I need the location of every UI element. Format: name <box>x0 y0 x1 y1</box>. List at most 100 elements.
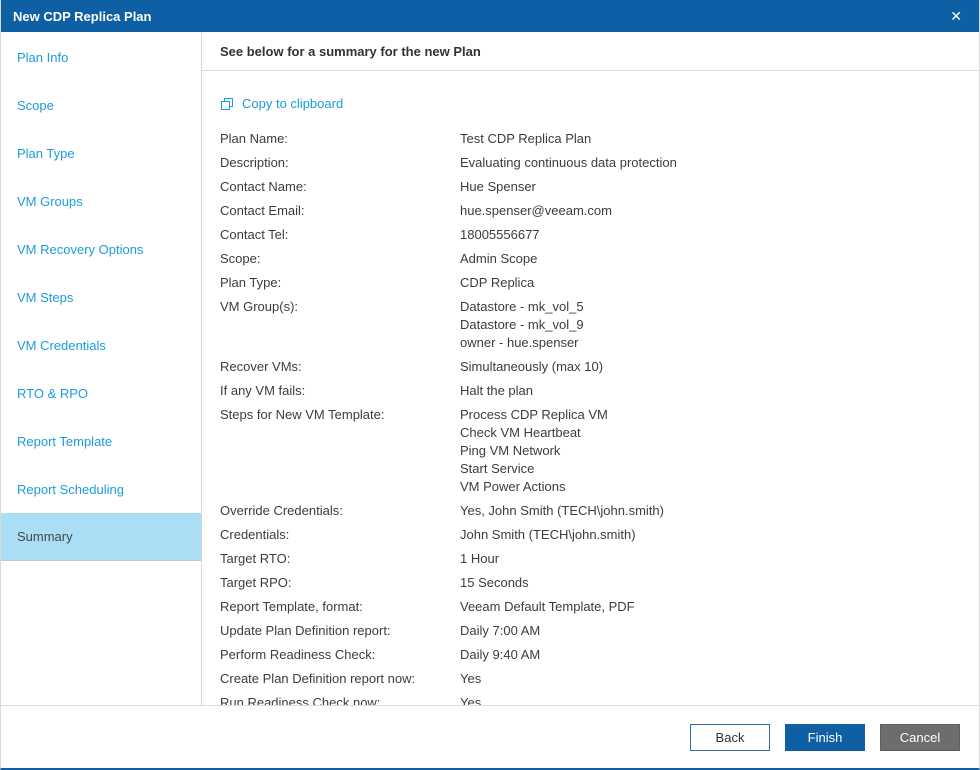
sidebar-item-vm-groups[interactable]: VM Groups <box>1 177 201 225</box>
summary-row-value: 18005556677 <box>460 226 961 244</box>
summary-row: Override Credentials:Yes, John Smith (TE… <box>220 502 961 520</box>
summary-row-value: Daily 9:40 AM <box>460 646 961 664</box>
summary-row-label: Contact Name: <box>220 178 460 196</box>
sidebar-item-scope[interactable]: Scope <box>1 81 201 129</box>
summary-row-label: Contact Email: <box>220 202 460 220</box>
sidebar-item-plan-info[interactable]: Plan Info <box>1 33 201 81</box>
summary-row: Contact Email:hue.spenser@veeam.com <box>220 202 961 220</box>
summary-value-line: Start Service <box>460 460 961 478</box>
summary-row: VM Group(s):Datastore - mk_vol_5Datastor… <box>220 298 961 352</box>
summary-table: Plan Name:Test CDP Replica PlanDescripti… <box>220 130 961 705</box>
summary-row: Contact Name:Hue Spenser <box>220 178 961 196</box>
finish-button[interactable]: Finish <box>785 724 865 751</box>
summary-row-value: 15 Seconds <box>460 574 961 592</box>
summary-value-line: John Smith (TECH\john.smith) <box>460 526 961 544</box>
summary-value-line: Simultaneously (max 10) <box>460 358 961 376</box>
summary-value-line: owner - hue.spenser <box>460 334 961 352</box>
summary-value-line: 1 Hour <box>460 550 961 568</box>
summary-value-line: Ping VM Network <box>460 442 961 460</box>
summary-row: Credentials:John Smith (TECH\john.smith) <box>220 526 961 544</box>
summary-value-line: Admin Scope <box>460 250 961 268</box>
cancel-button[interactable]: Cancel <box>880 724 960 751</box>
summary-row-value: Datastore - mk_vol_5Datastore - mk_vol_9… <box>460 298 961 352</box>
new-cdp-replica-plan-dialog: New CDP Replica Plan ✕ Plan InfoScopePla… <box>0 0 980 770</box>
summary-row-label: Target RTO: <box>220 550 460 568</box>
summary-row: Plan Type:CDP Replica <box>220 274 961 292</box>
summary-value-line: hue.spenser@veeam.com <box>460 202 961 220</box>
summary-row-value: Veeam Default Template, PDF <box>460 598 961 616</box>
wizard-steps-sidebar: Plan InfoScopePlan TypeVM GroupsVM Recov… <box>1 32 202 705</box>
summary-row-value: hue.spenser@veeam.com <box>460 202 961 220</box>
summary-value-line: Hue Spenser <box>460 178 961 196</box>
back-button[interactable]: Back <box>690 724 770 751</box>
summary-row-value: Halt the plan <box>460 382 961 400</box>
summary-row-value: Process CDP Replica VMCheck VM Heartbeat… <box>460 406 961 496</box>
summary-row: Recover VMs:Simultaneously (max 10) <box>220 358 961 376</box>
summary-value-line: Daily 7:00 AM <box>460 622 961 640</box>
summary-value-line: 18005556677 <box>460 226 961 244</box>
summary-value-line: VM Power Actions <box>460 478 961 496</box>
summary-row: Run Readiness Check now:Yes <box>220 694 961 705</box>
copy-to-clipboard-link[interactable]: Copy to clipboard <box>220 96 343 111</box>
sidebar-item-vm-credentials[interactable]: VM Credentials <box>1 321 201 369</box>
summary-row-value: John Smith (TECH\john.smith) <box>460 526 961 544</box>
summary-row-label: Scope: <box>220 250 460 268</box>
summary-value-line: Process CDP Replica VM <box>460 406 961 424</box>
summary-row-value: Evaluating continuous data protection <box>460 154 961 172</box>
content-header: See below for a summary for the new Plan <box>202 32 979 71</box>
sidebar-item-plan-type[interactable]: Plan Type <box>1 129 201 177</box>
summary-value-line: Yes <box>460 670 961 688</box>
summary-row-label: Update Plan Definition report: <box>220 622 460 640</box>
sidebar-item-report-template[interactable]: Report Template <box>1 417 201 465</box>
summary-row-label: Create Plan Definition report now: <box>220 670 460 688</box>
summary-row-value: Simultaneously (max 10) <box>460 358 961 376</box>
summary-row-label: Override Credentials: <box>220 502 460 520</box>
summary-row: Create Plan Definition report now:Yes <box>220 670 961 688</box>
summary-row-label: Steps for New VM Template: <box>220 406 460 496</box>
copy-icon <box>220 97 234 111</box>
summary-value-line: Datastore - mk_vol_9 <box>460 316 961 334</box>
sidebar-item-vm-steps[interactable]: VM Steps <box>1 273 201 321</box>
dialog-footer: Back Finish Cancel <box>1 705 979 768</box>
summary-value-line: Veeam Default Template, PDF <box>460 598 961 616</box>
sidebar-item-rto-rpo[interactable]: RTO & RPO <box>1 369 201 417</box>
summary-row: Plan Name:Test CDP Replica Plan <box>220 130 961 148</box>
summary-row-value: 1 Hour <box>460 550 961 568</box>
summary-row: Description:Evaluating continuous data p… <box>220 154 961 172</box>
summary-row-value: Yes, John Smith (TECH\john.smith) <box>460 502 961 520</box>
summary-row-label: VM Group(s): <box>220 298 460 352</box>
summary-row: Target RTO:1 Hour <box>220 550 961 568</box>
summary-value-line: Yes, John Smith (TECH\john.smith) <box>460 502 961 520</box>
summary-value-line: Evaluating continuous data protection <box>460 154 961 172</box>
copy-to-clipboard-label: Copy to clipboard <box>242 96 343 111</box>
summary-value-line: Test CDP Replica Plan <box>460 130 961 148</box>
summary-row-value: Daily 7:00 AM <box>460 622 961 640</box>
summary-content: See below for a summary for the new Plan… <box>202 32 979 705</box>
summary-value-line: CDP Replica <box>460 274 961 292</box>
summary-row-label: Description: <box>220 154 460 172</box>
summary-row-label: Plan Name: <box>220 130 460 148</box>
window-title: New CDP Replica Plan <box>13 9 945 24</box>
summary-row-value: CDP Replica <box>460 274 961 292</box>
summary-row-label: Run Readiness Check now: <box>220 694 460 705</box>
summary-row: Report Template, format:Veeam Default Te… <box>220 598 961 616</box>
sidebar-item-vm-recovery-options[interactable]: VM Recovery Options <box>1 225 201 273</box>
summary-row: Perform Readiness Check:Daily 9:40 AM <box>220 646 961 664</box>
summary-row-value: Hue Spenser <box>460 178 961 196</box>
sidebar-item-summary[interactable]: Summary <box>1 513 201 561</box>
titlebar: New CDP Replica Plan ✕ <box>1 0 979 32</box>
summary-row: Steps for New VM Template:Process CDP Re… <box>220 406 961 496</box>
summary-row-label: If any VM fails: <box>220 382 460 400</box>
summary-row-label: Report Template, format: <box>220 598 460 616</box>
summary-row: Update Plan Definition report:Daily 7:00… <box>220 622 961 640</box>
summary-value-line: Yes <box>460 694 961 705</box>
dialog-body: Plan InfoScopePlan TypeVM GroupsVM Recov… <box>1 32 979 705</box>
close-icon[interactable]: ✕ <box>945 7 967 25</box>
summary-row-value: Test CDP Replica Plan <box>460 130 961 148</box>
summary-row: Contact Tel:18005556677 <box>220 226 961 244</box>
summary-row: Target RPO:15 Seconds <box>220 574 961 592</box>
sidebar-item-report-scheduling[interactable]: Report Scheduling <box>1 465 201 513</box>
summary-row: If any VM fails:Halt the plan <box>220 382 961 400</box>
summary-row-value: Yes <box>460 694 961 705</box>
summary-panel: Copy to clipboard Plan Name:Test CDP Rep… <box>202 71 979 705</box>
